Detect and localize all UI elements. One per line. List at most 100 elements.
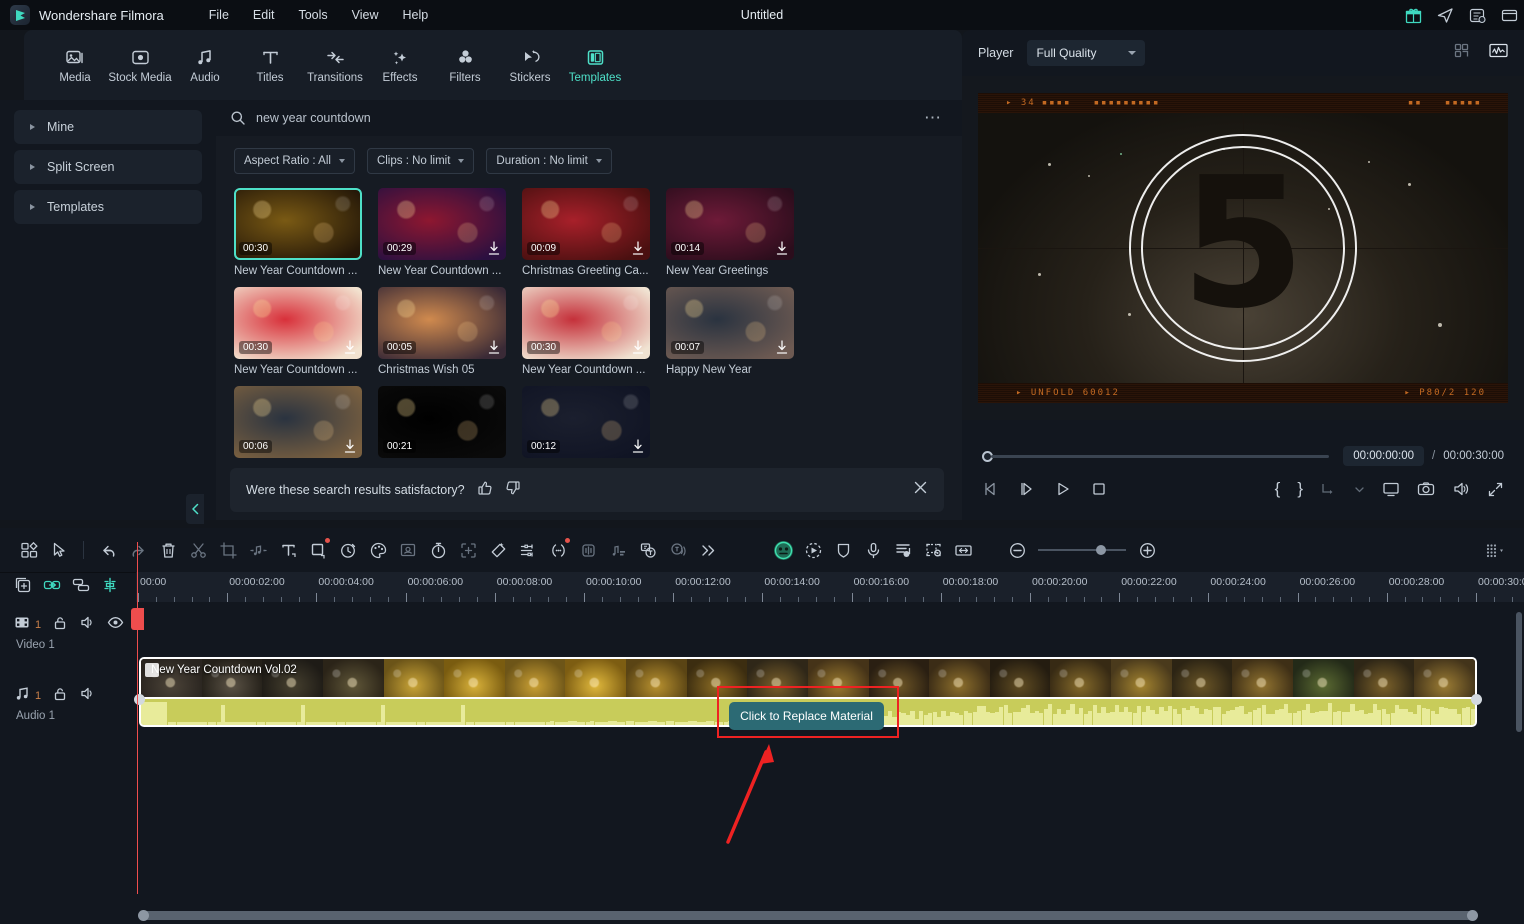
send-icon[interactable] bbox=[1436, 6, 1454, 24]
template-thumbnail[interactable]: 00:09 bbox=[522, 188, 650, 260]
template-thumbnail[interactable]: 00:30 bbox=[522, 287, 650, 359]
prev-frame-icon[interactable] bbox=[982, 480, 1000, 498]
task-list-icon[interactable] bbox=[1468, 6, 1486, 24]
lock-icon[interactable] bbox=[52, 615, 68, 636]
preview-video[interactable]: ▸ 34 ▪▪▪▪ ▪▪▪▪▪▪▪▪▪ ▪▪ ▪▪▪▪▪ 5 ▸ UNFOLD … bbox=[978, 93, 1508, 403]
audio-ducking-icon[interactable] bbox=[603, 535, 633, 565]
speech-to-text-icon[interactable] bbox=[633, 535, 663, 565]
template-thumbnail[interactable]: 00:12 bbox=[522, 386, 650, 458]
hscroll-right-handle[interactable] bbox=[1467, 910, 1478, 921]
timeline-horizontal-scrollbar[interactable] bbox=[138, 910, 1478, 921]
menu-view[interactable]: View bbox=[341, 4, 390, 26]
lock-icon[interactable] bbox=[52, 686, 68, 707]
menu-edit[interactable]: Edit bbox=[242, 4, 286, 26]
tab-stock-media[interactable]: Stock Media bbox=[108, 41, 172, 89]
download-icon[interactable] bbox=[631, 438, 645, 454]
download-icon[interactable] bbox=[631, 240, 645, 256]
download-icon[interactable] bbox=[343, 339, 357, 355]
tab-filters[interactable]: Filters bbox=[434, 41, 496, 89]
template-thumbnail[interactable]: 00:07 bbox=[666, 287, 794, 359]
template-card[interactable]: 00:12 bbox=[522, 386, 666, 458]
motion-tracking-icon[interactable] bbox=[798, 535, 828, 565]
template-thumbnail[interactable]: 00:30 bbox=[234, 287, 362, 359]
search-more-button[interactable]: ⋯ bbox=[918, 108, 948, 128]
more-chevrons-icon[interactable] bbox=[693, 535, 723, 565]
filter-clips[interactable]: Clips : No limit bbox=[366, 148, 475, 174]
tab-effects[interactable]: Effects bbox=[369, 41, 431, 89]
audio-detach-icon[interactable] bbox=[243, 535, 273, 565]
seek-track[interactable] bbox=[991, 454, 1330, 458]
delete-trash-icon[interactable] bbox=[153, 535, 183, 565]
mute-icon[interactable] bbox=[79, 614, 96, 636]
menu-file[interactable]: File bbox=[198, 4, 240, 26]
waveform-monitor-icon[interactable] bbox=[1489, 42, 1508, 64]
window-restore-icon[interactable] bbox=[1500, 6, 1518, 24]
gift-icon[interactable] bbox=[1404, 6, 1422, 24]
chevron-down-icon[interactable] bbox=[1354, 484, 1365, 495]
auto-reframe-icon[interactable] bbox=[453, 535, 483, 565]
mute-icon[interactable] bbox=[79, 685, 96, 707]
filter-aspect-ratio[interactable]: Aspect Ratio : All bbox=[234, 148, 355, 174]
template-card[interactable]: 00:30 New Year Countdown ... bbox=[234, 287, 378, 376]
auto-layout-icon[interactable] bbox=[72, 576, 90, 599]
quality-select[interactable]: Full Quality bbox=[1027, 40, 1146, 66]
speed-clock-icon[interactable] bbox=[333, 535, 363, 565]
clip-trim-right-handle[interactable] bbox=[1471, 694, 1482, 705]
sidebar-item-templates[interactable]: Templates bbox=[14, 190, 202, 224]
template-card[interactable]: 00:29 New Year Countdown ... bbox=[378, 188, 522, 277]
template-thumbnail[interactable]: 00:29 bbox=[378, 188, 506, 260]
fit-width-icon[interactable] bbox=[948, 535, 978, 565]
audio-stretch-icon[interactable] bbox=[573, 535, 603, 565]
grid-menu-icon[interactable] bbox=[1480, 535, 1510, 565]
thumbs-up-icon[interactable] bbox=[477, 480, 493, 501]
hscroll-left-handle[interactable] bbox=[138, 910, 149, 921]
zoom-slider-handle[interactable] bbox=[1096, 545, 1106, 555]
close-icon[interactable] bbox=[913, 480, 928, 500]
template-thumbnail[interactable]: 00:21 bbox=[378, 386, 506, 458]
undo-icon[interactable] bbox=[93, 535, 123, 565]
crop-icon[interactable] bbox=[213, 535, 243, 565]
template-card[interactable]: 00:06 bbox=[234, 386, 378, 458]
play-icon[interactable] bbox=[1054, 480, 1072, 498]
template-thumbnail[interactable]: 00:06 bbox=[234, 386, 362, 458]
thumbs-down-icon[interactable] bbox=[505, 480, 521, 501]
zoom-slider-track[interactable] bbox=[1038, 545, 1126, 555]
menu-tools[interactable]: Tools bbox=[287, 4, 338, 26]
timeline-ruler[interactable]: 00:00 00:00:02:00 00:00:04:00 00:00:06:00 00… bbox=[136, 572, 1524, 602]
zoom-in-icon[interactable] bbox=[1132, 535, 1162, 565]
sidebar-collapse-button[interactable] bbox=[186, 494, 204, 524]
template-thumbnail[interactable]: 00:05 bbox=[378, 287, 506, 359]
snapshot-camera-icon[interactable] bbox=[1417, 480, 1435, 498]
import-media-icon[interactable] bbox=[14, 576, 32, 599]
grid-view-icon[interactable] bbox=[1454, 42, 1471, 64]
search-input[interactable] bbox=[256, 111, 918, 125]
mark-out-icon[interactable]: } bbox=[1297, 479, 1303, 499]
crop-screen-icon[interactable] bbox=[918, 535, 948, 565]
template-card[interactable]: 00:07 Happy New Year bbox=[666, 287, 810, 376]
filter-duration[interactable]: Duration : No limit bbox=[486, 148, 612, 174]
tab-templates[interactable]: Templates bbox=[564, 41, 626, 89]
template-card[interactable]: 00:09 Christmas Greeting Ca... bbox=[522, 188, 666, 277]
sidebar-item-split-screen[interactable]: Split Screen bbox=[14, 150, 202, 184]
fullscreen-icon[interactable] bbox=[1487, 481, 1504, 498]
text-add-icon[interactable] bbox=[273, 535, 303, 565]
select-cursor-icon[interactable] bbox=[44, 535, 74, 565]
markers-icon[interactable] bbox=[888, 535, 918, 565]
download-icon[interactable] bbox=[487, 339, 501, 355]
timer-icon[interactable] bbox=[423, 535, 453, 565]
menu-help[interactable]: Help bbox=[392, 4, 440, 26]
tab-transitions[interactable]: Transitions bbox=[304, 41, 366, 89]
grid-arrange-icon[interactable] bbox=[14, 535, 44, 565]
clip-trim-left-handle[interactable] bbox=[134, 694, 145, 705]
ai-face-icon[interactable] bbox=[768, 535, 798, 565]
sidebar-item-mine[interactable]: Mine bbox=[14, 110, 202, 144]
template-card[interactable]: 00:30 New Year Countdown ... bbox=[522, 287, 666, 376]
timeline-playhead[interactable] bbox=[131, 542, 144, 894]
tab-stickers[interactable]: Stickers bbox=[499, 41, 561, 89]
mark-in-icon[interactable]: { bbox=[1275, 479, 1281, 499]
tab-audio[interactable]: Audio bbox=[174, 41, 236, 89]
adjust-sliders-icon[interactable] bbox=[513, 535, 543, 565]
voice-record-icon[interactable] bbox=[858, 535, 888, 565]
replace-material-tooltip[interactable]: Click to Replace Material bbox=[729, 702, 884, 730]
download-icon[interactable] bbox=[343, 438, 357, 454]
